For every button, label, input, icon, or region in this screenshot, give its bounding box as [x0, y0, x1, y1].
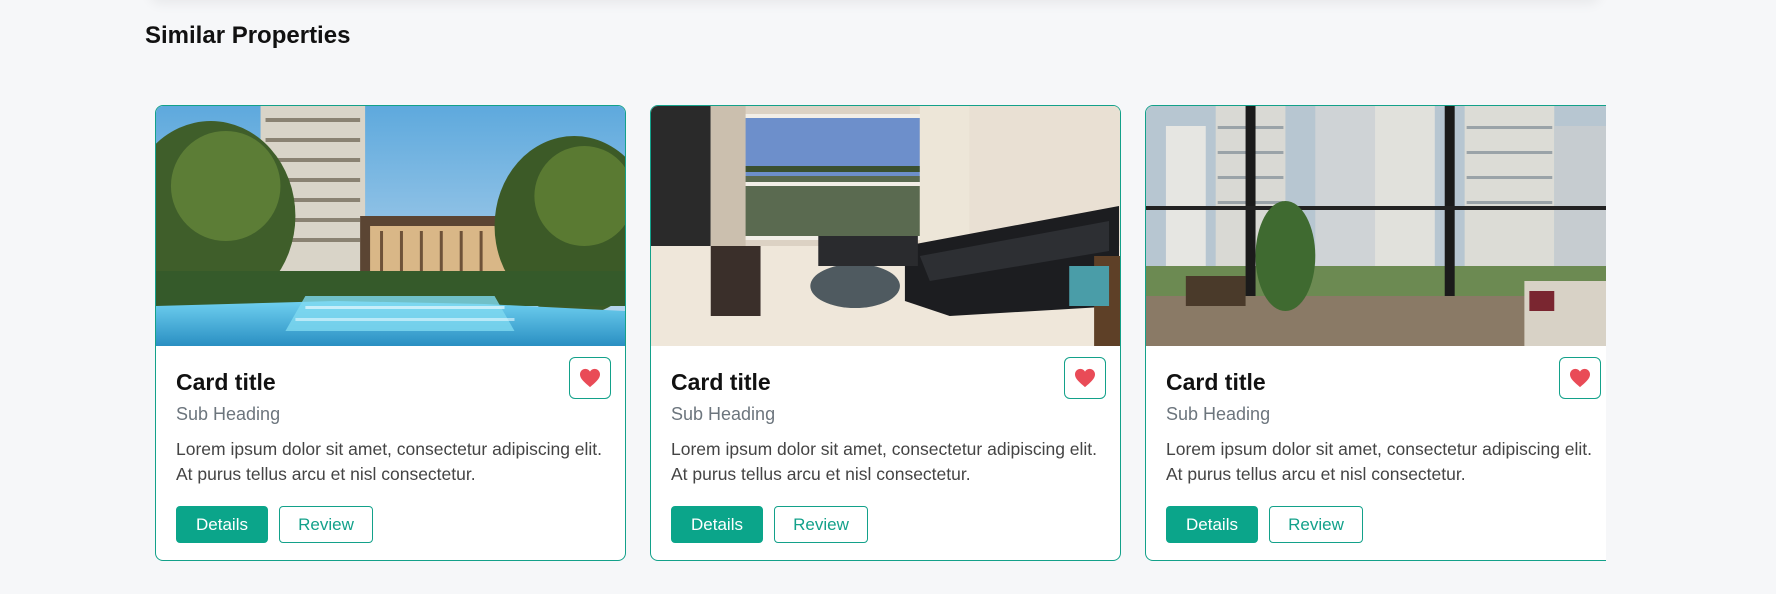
review-button[interactable]: Review: [279, 506, 373, 543]
card-title: Card title: [176, 369, 276, 395]
property-card: Card title Sub Heading Lorem ipsum dolor…: [155, 105, 626, 561]
details-button[interactable]: Details: [1166, 506, 1258, 543]
details-button[interactable]: Details: [176, 506, 268, 543]
property-carousel: Card title Sub Heading Lorem ipsum dolor…: [155, 105, 1606, 565]
favorite-button[interactable]: [1559, 357, 1601, 399]
card-title: Card title: [1166, 369, 1266, 395]
card-subheading: Sub Heading: [671, 404, 776, 424]
card-description: Lorem ipsum dolor sit amet, consectetur …: [671, 439, 1098, 484]
favorite-button[interactable]: [569, 357, 611, 399]
favorite-button[interactable]: [1064, 357, 1106, 399]
heart-icon: [1075, 368, 1095, 388]
card-description: Lorem ipsum dolor sit amet, consectetur …: [176, 439, 603, 484]
card-subheading: Sub Heading: [176, 404, 281, 424]
property-card: Card title Sub Heading Lorem ipsum dolor…: [650, 105, 1121, 561]
section-title: Similar Properties: [145, 22, 351, 49]
review-button[interactable]: Review: [774, 506, 868, 543]
card-subheading: Sub Heading: [1166, 404, 1271, 424]
property-image: [156, 106, 625, 346]
review-button[interactable]: Review: [1269, 506, 1363, 543]
details-button[interactable]: Details: [671, 506, 763, 543]
heart-icon: [1570, 368, 1590, 388]
heart-icon: [580, 368, 600, 388]
card-description: Lorem ipsum dolor sit amet, consectetur …: [1166, 439, 1593, 484]
property-image: [651, 106, 1120, 346]
card-title: Card title: [671, 369, 771, 395]
property-image: [1146, 106, 1606, 346]
property-card: Card title Sub Heading Lorem ipsum dolor…: [1145, 105, 1606, 561]
